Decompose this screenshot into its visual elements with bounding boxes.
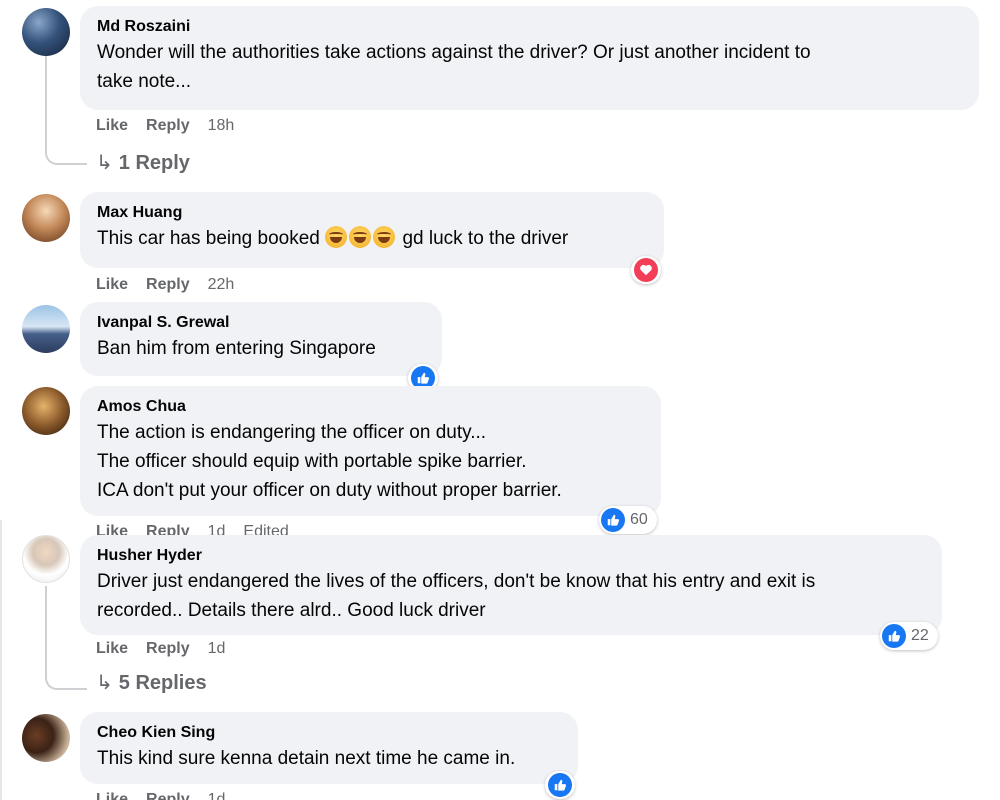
timestamp[interactable]: 18h [208,117,235,134]
comment-text: This car has being booked gd luck to the… [97,224,647,253]
like-link[interactable]: Like [96,640,128,657]
timestamp[interactable]: 22h [208,276,235,293]
scroll-edge [0,520,2,800]
avatar[interactable] [22,387,70,435]
rolling-on-floor-laughing-emoji-icon [349,226,372,248]
commenter-name[interactable]: Husher Hyder [97,545,925,567]
comment-text-line: The officer should equip with portable s… [97,451,527,472]
comment-actions: Like Reply 1d Edited [96,522,307,536]
thumbs-up-icon [601,508,625,532]
reaction-badge[interactable]: 60 [599,506,657,534]
rolling-on-floor-laughing-emoji-icon [373,226,396,248]
heart-icon [634,258,658,282]
reply-link[interactable]: Reply [146,117,190,134]
comment-text-line: Wonder will the authorities take actions… [97,42,811,63]
thumbs-up-icon [882,624,906,648]
reaction-badge[interactable] [631,256,661,284]
comment-actions: Like Reply 22h [96,275,252,295]
comment-bubble: Max Huang This car has being booked gd l… [80,192,664,268]
comment-bubble: Ivanpal S. Grewal Ban him from entering … [80,302,442,376]
reaction-count: 22 [911,627,929,644]
comment-actions: Like Reply 1d [96,790,243,800]
reply-arrow-icon: ↳ [96,152,113,174]
reply-link[interactable]: Reply [146,276,190,293]
avatar[interactable] [22,305,70,353]
reaction-badge[interactable]: 22 [880,622,938,650]
comment-text-line: Ban him from entering Singapore [97,338,376,359]
comments-feed: Md Roszaini Wonder will the authorities … [0,0,1000,800]
comment-text-before: This car has being booked [97,228,320,249]
comment-text-line: take note... [97,71,192,92]
like-link[interactable]: Like [96,791,128,800]
avatar[interactable] [22,714,70,762]
commenter-name[interactable]: Max Huang [97,202,647,224]
reply-link[interactable]: Reply [146,640,190,657]
comment-bubble: Cheo Kien Sing This kind sure kenna deta… [80,712,578,784]
comment-bubble: Husher Hyder Driver just endangered the … [80,535,942,635]
comment-text-line: This kind sure kenna detain next time he… [97,748,516,769]
like-link[interactable]: Like [96,117,128,134]
thumbs-up-icon [548,773,572,797]
avatar[interactable] [22,8,70,56]
rolling-on-floor-laughing-emoji-icon [325,226,348,248]
commenter-name[interactable]: Cheo Kien Sing [97,722,561,744]
comment-text-line: ICA don't put your officer on duty witho… [97,480,562,501]
replies-count: 1 Reply [118,152,190,174]
replies-count: 5 Replies [118,672,207,694]
comment-text-line: The action is endangering the officer on… [97,422,487,443]
commenter-name[interactable]: Amos Chua [97,396,644,418]
comment-bubble: Amos Chua The action is endangering the … [80,386,661,516]
view-replies-link[interactable]: ↳ 5 Replies [96,670,207,696]
timestamp[interactable]: 1d [208,640,226,657]
reaction-count: 60 [630,511,648,528]
avatar[interactable] [22,535,70,583]
reply-arrow-icon: ↳ [96,672,113,694]
comment-actions: Like Reply 1d [96,639,243,659]
reaction-badge[interactable] [545,771,575,799]
reply-link[interactable]: Reply [146,791,190,800]
comment-actions: Like Reply 18h [96,116,252,136]
commenter-name[interactable]: Ivanpal S. Grewal [97,312,425,334]
comment-text-line: recorded.. Details there alrd.. Good luc… [97,600,486,621]
comment-bubble: Md Roszaini Wonder will the authorities … [80,6,979,110]
comment-text-after: gd luck to the driver [402,228,569,249]
like-link[interactable]: Like [96,276,128,293]
comment-text-line: Driver just endangered the lives of the … [97,571,816,592]
commenter-name[interactable]: Md Roszaini [97,16,962,38]
avatar[interactable] [22,194,70,242]
view-replies-link[interactable]: ↳ 1 Reply [96,150,190,176]
timestamp[interactable]: 1d [208,791,226,800]
